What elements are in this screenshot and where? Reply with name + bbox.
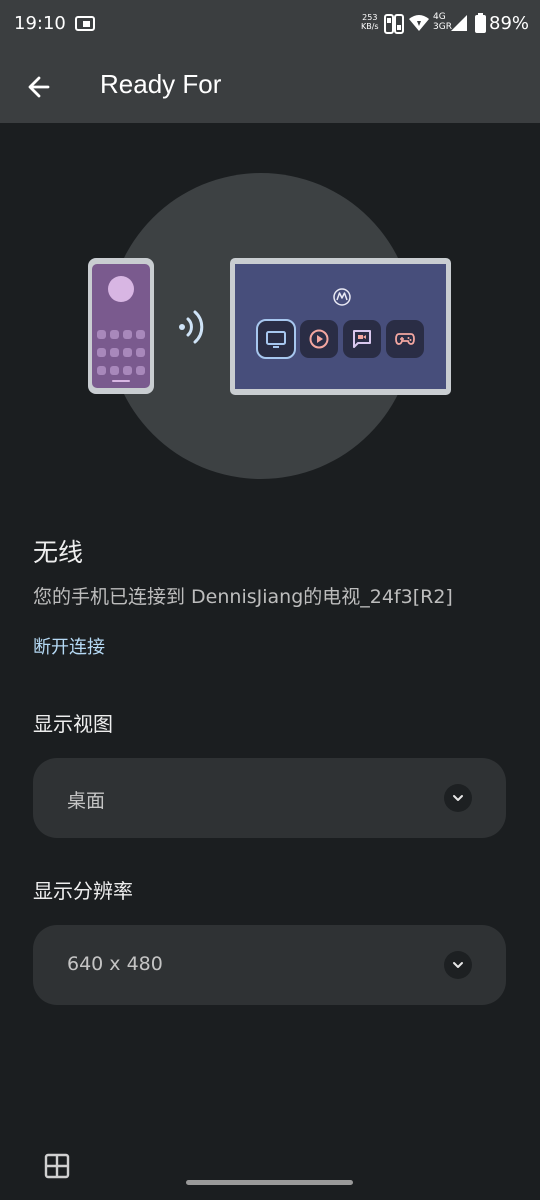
net-speed-unit: KB/s	[361, 22, 379, 31]
video-chat-icon	[353, 330, 371, 348]
battery-icon	[475, 13, 486, 37]
phone-app-dot	[123, 330, 132, 339]
tv-screen	[235, 264, 446, 389]
tv-icon	[266, 331, 286, 348]
resolution-label: 显示分辨率	[33, 879, 133, 903]
cast-icon	[75, 16, 95, 36]
phone-app-dot	[97, 348, 106, 357]
resolution-dropdown[interactable]: 640 x 480	[33, 925, 506, 1005]
phone-app-dot	[110, 330, 119, 339]
net-speed-value: 253	[362, 13, 378, 22]
phone-app-dot	[123, 348, 132, 357]
play-icon	[309, 329, 329, 349]
gamepad-icon	[395, 333, 415, 345]
tv-illustration	[230, 258, 451, 395]
battery-percent: 89%	[489, 13, 530, 34]
phone-app-dot	[136, 348, 145, 357]
motorola-logo-icon	[333, 288, 351, 306]
display-view-dropdown[interactable]: 桌面	[33, 758, 506, 838]
net-speed: 253 KB/s	[361, 13, 379, 31]
phone-avatar	[108, 276, 134, 302]
tv-app-play	[300, 320, 338, 358]
phone-screen	[92, 264, 150, 388]
phone-icon	[88, 258, 154, 394]
phone-app-dot	[136, 366, 145, 375]
phone-nav-bar	[112, 380, 130, 382]
grid-icon	[44, 1153, 70, 1179]
back-button[interactable]	[20, 68, 58, 106]
display-view-value: 桌面	[67, 790, 106, 812]
chevron-down-icon	[444, 784, 472, 812]
network-top: 4G	[433, 12, 446, 22]
connection-title: 无线	[33, 538, 84, 567]
status-time: 19:10	[14, 13, 66, 34]
tv-app-tv	[256, 319, 296, 359]
tv-app-video-chat	[343, 320, 381, 358]
arrow-back-icon	[28, 76, 50, 98]
phone-app-dot	[97, 330, 106, 339]
home-indicator[interactable]	[186, 1180, 353, 1185]
phone-app-dot	[110, 348, 119, 357]
disconnect-link[interactable]: 断开连接	[33, 633, 105, 659]
app-bar: Ready For	[0, 50, 540, 123]
phone-app-dot	[110, 366, 119, 375]
connection-description: 您的手机已连接到 DennisJiang的电视_24f3[R2]	[33, 586, 453, 608]
display-view-label: 显示视图	[33, 712, 113, 736]
phone-app-dot	[97, 366, 106, 375]
status-bar: 19:10 253 KB/s 4G 3GR 89%	[0, 0, 540, 50]
grid-button[interactable]	[44, 1153, 70, 1183]
hd-icon	[384, 14, 404, 38]
resolution-value: 640 x 480	[67, 953, 163, 975]
wifi-icon	[408, 14, 430, 36]
chevron-down-icon	[444, 951, 472, 979]
tv-app-game	[386, 320, 424, 358]
wireless-cast-icon	[179, 310, 204, 344]
signal-icon	[450, 14, 468, 36]
page-title: Ready For	[100, 69, 222, 99]
phone-app-dot	[136, 330, 145, 339]
phone-app-dot	[123, 366, 132, 375]
